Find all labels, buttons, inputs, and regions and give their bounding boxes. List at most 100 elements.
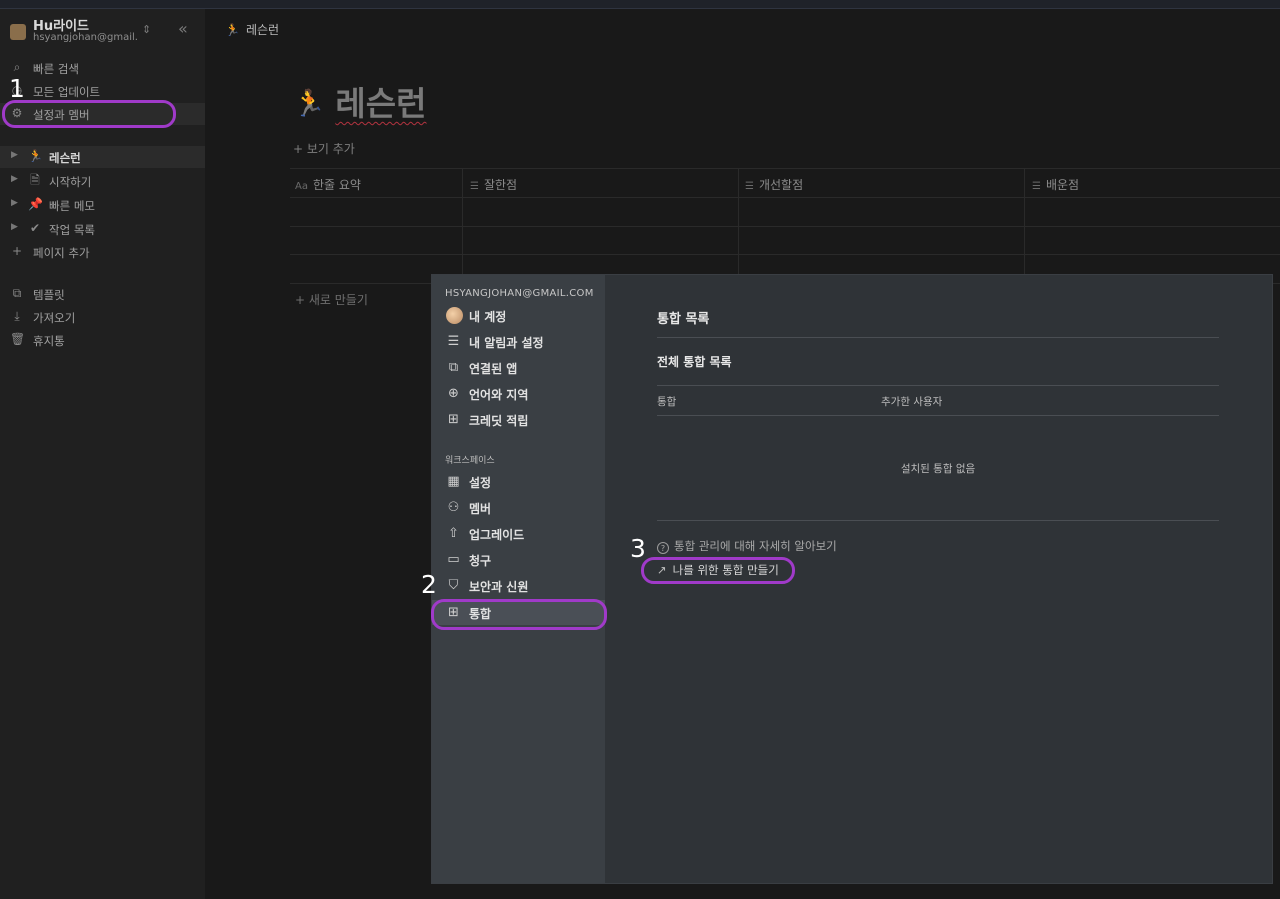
sidebar-item-search[interactable]: ⌕ 빠른 검색 [0,57,205,79]
settings-item-my-account[interactable]: 내 계정 [432,303,605,328]
sidebar-page-task-list[interactable]: ▶ ✔ 작업 목록 [0,218,205,240]
learn-more-link[interactable]: ? 통합 관리에 대해 자세히 알아보기 [657,538,837,554]
column-header-integration: 통합 [657,396,677,408]
settings-item-label: 보안과 신원 [469,580,529,594]
sidebar-item-label: 휴지통 [33,334,65,348]
gift-icon: ⊞ [448,412,459,427]
members-icon: ⚇ [447,500,460,515]
column-header-learned[interactable]: ☰ 배운점 [1032,176,1079,193]
workspace-avatar [10,24,26,40]
trash-icon: 🗑 [10,332,26,346]
settings-item-billing[interactable]: ▭ 청구 [432,547,605,572]
card-icon: ▭ [447,552,460,567]
sidebar-item-trash[interactable]: 🗑 휴지통 [0,329,205,351]
sidebar-item-label: 레슨런 [49,151,81,165]
runner-icon[interactable]: 🏃 [293,89,325,119]
settings-item-label: 설정 [469,476,492,490]
sidebar-page-lessonrun[interactable]: ▶ 🏃 레슨런 [0,146,205,168]
new-row-label: 새로 만들기 [308,293,368,307]
workspace-section-label: 워크스페이스 [445,456,495,466]
sidebar-item-label: 빠른 검색 [33,62,79,76]
question-icon: ? [657,542,669,554]
search-icon: ⌕ [13,60,21,74]
account-email: HSYANGJOHAN@GMAIL.COM [445,288,594,299]
settings-item-label: 내 계정 [469,310,507,324]
text-type-icon: Aa [295,181,308,192]
add-view-button[interactable]: + 보기 추가 [293,140,355,157]
lines-icon: ☰ [745,181,754,192]
settings-item-label: 멤버 [469,502,492,516]
runner-icon: 🏃 [225,23,240,37]
sidebar-page-quick-memo[interactable]: ▶ 📌 빠른 메모 [0,194,205,216]
expand-arrow-icon[interactable]: ▶ [11,150,18,160]
all-integrations-heading: 전체 통합 목록 [657,355,732,369]
integrations-title: 통합 목록 [657,312,710,327]
sidebar-item-updates[interactable]: ◷ 모든 업데이트 [0,80,205,102]
page-title-text: 레슨런 [335,84,427,123]
settings-item-notifications[interactable]: ☰ 내 알림과 설정 [432,329,605,354]
expand-arrow-icon[interactable]: ▶ [11,174,18,184]
sidebar-item-import[interactable]: ⤓ 가져오기 [0,306,205,328]
settings-modal: HSYANGJOHAN@GMAIL.COM 내 계정 ☰ 내 알림과 설정 ⧉ … [432,275,1272,883]
column-header-good[interactable]: ☰ 잘한점 [470,176,517,193]
new-row-button[interactable]: + 새로 만들기 [295,291,368,308]
workspace-switcher[interactable]: Hu라이드 hsyangjohan@gmail.... ⇕ « [8,15,198,49]
breadcrumb-label: 레슨런 [245,23,280,37]
double-chevron-left-icon[interactable]: « [178,19,188,38]
expand-arrow-icon[interactable]: ▶ [11,198,18,208]
annotation-number-3: 3 [630,534,646,563]
settings-item-credits[interactable]: ⊞ 크레딧 적립 [432,407,605,432]
upgrade-icon: ⇧ [448,526,459,541]
sidebar-item-templates[interactable]: ⧉ 템플릿 [0,283,205,305]
plus-icon: + [295,293,309,307]
sliders-icon: ☰ [447,334,460,349]
sidebar-item-label: 시작하기 [49,175,92,189]
annotation-ring-integrations [431,599,607,630]
settings-item-workspace-settings[interactable]: ▦ 설정 [432,469,605,494]
annotation-number-2: 2 [421,570,437,599]
empty-state-text: 설치된 통합 없음 [900,463,976,475]
divider [657,415,1219,416]
template-icon: ⧉ [12,286,22,300]
sidebar-item-label: 작업 목록 [49,223,95,237]
row-divider [290,226,1280,227]
sidebar: Hu라이드 hsyangjohan@gmail.... ⇕ « ⌕ 빠른 검색 … [0,9,205,899]
add-view-label: 보기 추가 [306,142,355,156]
annotation-number-1: 1 [9,74,25,103]
divider [657,337,1219,338]
settings-item-security[interactable]: ⛉ 보안과 신원 [432,573,605,598]
check-icon: ✔ [29,221,41,235]
settings-item-label: 연결된 앱 [469,362,518,376]
settings-sidebar: HSYANGJOHAN@GMAIL.COM 내 계정 ☰ 내 알림과 설정 ⧉ … [432,275,605,883]
settings-item-connected-apps[interactable]: ⧉ 연결된 앱 [432,355,605,380]
column-header-summary[interactable]: Aa 한줄 요약 [295,176,361,193]
globe-icon: ⊕ [448,386,459,401]
settings-item-upgrade[interactable]: ⇧ 업그레이드 [432,521,605,546]
sidebar-add-page[interactable]: + 페이지 추가 [0,241,205,263]
sidebar-item-label: 템플릿 [33,288,65,302]
settings-item-label: 청구 [469,554,492,568]
runner-icon: 🏃 [28,149,43,163]
lines-icon: ☰ [1032,181,1041,192]
settings-item-label: 내 알림과 설정 [469,336,544,350]
divider [657,385,1219,386]
sidebar-item-label: 빠른 메모 [49,199,95,213]
pin-icon: 📌 [28,197,43,211]
chevron-up-down-icon[interactable]: ⇕ [142,23,151,36]
settings-item-label: 언어와 지역 [469,388,529,402]
annotation-ring-settings [2,100,176,128]
sidebar-item-label: 페이지 추가 [33,246,90,260]
settings-item-language[interactable]: ⊕ 언어와 지역 [432,381,605,406]
expand-arrow-icon[interactable]: ▶ [11,222,18,232]
breadcrumb[interactable]: 🏃 레슨런 [225,21,279,38]
page-title[interactable]: 🏃 레슨런 [293,77,426,125]
sidebar-page-getting-started[interactable]: ▶ 🗎 시작하기 [0,170,205,192]
settings-item-members[interactable]: ⚇ 멤버 [432,495,605,520]
arrow-box-icon: ⧉ [448,360,459,375]
divider [657,520,1219,521]
column-header-improve[interactable]: ☰ 개선할점 [745,176,803,193]
sidebar-item-label: 가져오기 [33,311,76,325]
annotation-ring-create [641,557,795,584]
import-icon: ⤓ [14,309,20,323]
shield-icon: ⛉ [448,578,459,593]
